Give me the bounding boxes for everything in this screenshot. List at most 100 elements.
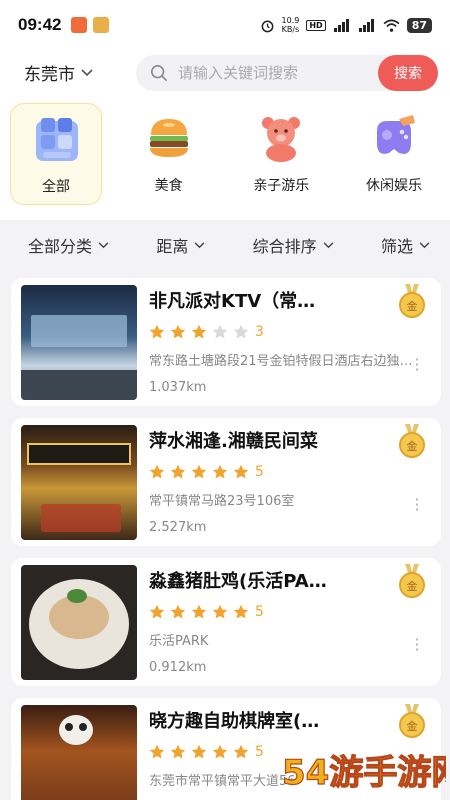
rating-score: 5: [255, 744, 264, 760]
star-icon: [212, 324, 228, 339]
gold-medal-icon: 金: [398, 704, 426, 738]
filter-category[interactable]: 全部分类: [28, 233, 109, 257]
gold-medal-icon: 金: [398, 424, 426, 458]
star-icon: [233, 604, 249, 619]
watermark-text: 54游手游网: [282, 753, 446, 793]
star-icon: [233, 744, 249, 759]
star-icon: [149, 464, 165, 479]
chevron-down-icon: [81, 66, 93, 80]
star-rating: 3: [149, 323, 431, 341]
app-notification-icon: [93, 17, 110, 33]
status-indicators: 10.9 KB/s HD 87: [260, 16, 432, 34]
shop-list: 非凡派对KTV（常… 3 常东路土塘路段21号金铂特假日酒店右边独… 1.037…: [0, 270, 450, 800]
category-all[interactable]: 全部: [10, 103, 102, 205]
star-icon: [212, 744, 228, 759]
shop-name: 萍水湘逢.湘赣民间菜: [149, 431, 318, 452]
rating-score: 5: [255, 604, 264, 620]
filter-bar: 全部分类 距离 综合排序 筛选: [0, 220, 450, 270]
filter-label: 综合排序: [252, 237, 317, 256]
clock: 09:42: [18, 15, 62, 34]
search-bar: 搜索: [136, 54, 438, 91]
shop-address: 乐活PARK: [149, 634, 209, 649]
star-icon: [191, 744, 207, 759]
search-button[interactable]: 搜索: [378, 54, 438, 91]
rating-score: 3: [255, 324, 264, 340]
gold-medal-icon: 金: [398, 284, 426, 318]
star-icon: [149, 744, 165, 759]
shop-card[interactable]: 非凡派对KTV（常… 3 常东路土塘路段21号金铂特假日酒店右边独… 1.037…: [11, 278, 441, 406]
all-grid-icon: [36, 118, 78, 161]
filter-label: 筛选: [380, 237, 413, 256]
search-icon: [150, 64, 168, 81]
shop-photo: [21, 705, 137, 800]
search-input[interactable]: [178, 63, 368, 82]
shop-address: 常平镇常马路23号106室: [149, 494, 295, 509]
filter-label: 全部分类: [28, 237, 93, 256]
star-icon: [212, 464, 228, 479]
status-bar: 09:42 10.9 KB/s HD 87: [0, 0, 450, 50]
filter-distance[interactable]: 距离: [156, 233, 205, 257]
more-options-icon[interactable]: · · ·: [413, 632, 421, 658]
signal-icon: [333, 19, 349, 32]
category-row: 全部 美食 亲子游乐 休闲娱乐: [0, 95, 450, 220]
more-options-icon[interactable]: · · ·: [413, 492, 421, 518]
star-icon: [170, 744, 186, 759]
category-food[interactable]: 美食: [123, 103, 215, 205]
star-icon: [149, 324, 165, 339]
site-watermark-logo: 54游手游网: [281, 752, 446, 793]
medal-label: 金: [407, 299, 418, 313]
more-options-icon[interactable]: · · ·: [413, 352, 421, 378]
city-selector[interactable]: 东莞市: [24, 60, 136, 85]
battery-indicator: 87: [406, 17, 432, 33]
burger-icon: [149, 119, 188, 157]
medal-label: 金: [407, 579, 418, 593]
star-icon: [233, 464, 249, 479]
filter-sort[interactable]: 综合排序: [253, 233, 334, 257]
category-leisure[interactable]: 休闲娱乐: [348, 103, 440, 205]
medal-label: 金: [407, 439, 418, 453]
chevron-down-icon: [419, 239, 430, 252]
shop-photo: [21, 285, 137, 400]
star-icon: [170, 324, 186, 339]
shop-card[interactable]: 淼鑫猪肚鸡(乐活PA… 5 乐活PARK 0.912km 金 · · ·: [11, 558, 441, 686]
star-icon: [191, 604, 207, 619]
category-label: 美食: [154, 178, 183, 194]
shop-photo: [21, 425, 137, 540]
signal-icon: [358, 19, 374, 32]
star-icon: [191, 324, 207, 339]
shop-address: 常东路土塘路段21号金铂特假日酒店右边独…: [149, 354, 413, 369]
category-label: 全部: [42, 179, 70, 195]
shop-name: 淼鑫猪肚鸡(乐活PA…: [149, 571, 327, 592]
wifi-icon: [383, 19, 400, 32]
medal-label: 金: [407, 719, 418, 733]
chevron-down-icon: [194, 239, 205, 252]
shop-name: 非凡派对KTV（常…: [149, 291, 316, 312]
star-icon: [149, 604, 165, 619]
chevron-down-icon: [323, 239, 334, 252]
star-icon: [170, 604, 186, 619]
star-icon: [170, 464, 186, 479]
category-label: 亲子游乐: [253, 178, 310, 194]
shop-distance: 2.527km: [149, 520, 207, 535]
chevron-down-icon: [98, 239, 109, 252]
star-rating: 5: [149, 463, 431, 481]
notification-icons: [71, 17, 110, 33]
star-icon: [233, 324, 249, 339]
shop-distance: 0.912km: [149, 660, 207, 675]
net-speed: 10.9 KB/s: [281, 16, 300, 34]
rating-score: 5: [255, 464, 264, 480]
shop-card[interactable]: 萍水湘逢.湘赣民间菜 5 常平镇常马路23号106室 2.527km 金 · · ·: [11, 418, 441, 546]
filter-more[interactable]: 筛选: [381, 233, 430, 257]
app-notification-icon: [71, 17, 88, 33]
teddy-bear-icon: [262, 117, 301, 162]
star-icon: [212, 604, 228, 619]
gold-medal-icon: 金: [398, 564, 426, 598]
top-header: 东莞市 搜索: [0, 50, 450, 95]
alarm-icon: [261, 20, 273, 32]
filter-label: 距离: [156, 237, 189, 256]
gamepad-icon: [376, 115, 415, 154]
hd-badge: HD: [306, 19, 326, 31]
category-family-fun[interactable]: 亲子游乐: [235, 103, 327, 205]
shop-distance: 1.037km: [149, 380, 207, 395]
category-label: 休闲娱乐: [365, 178, 422, 194]
